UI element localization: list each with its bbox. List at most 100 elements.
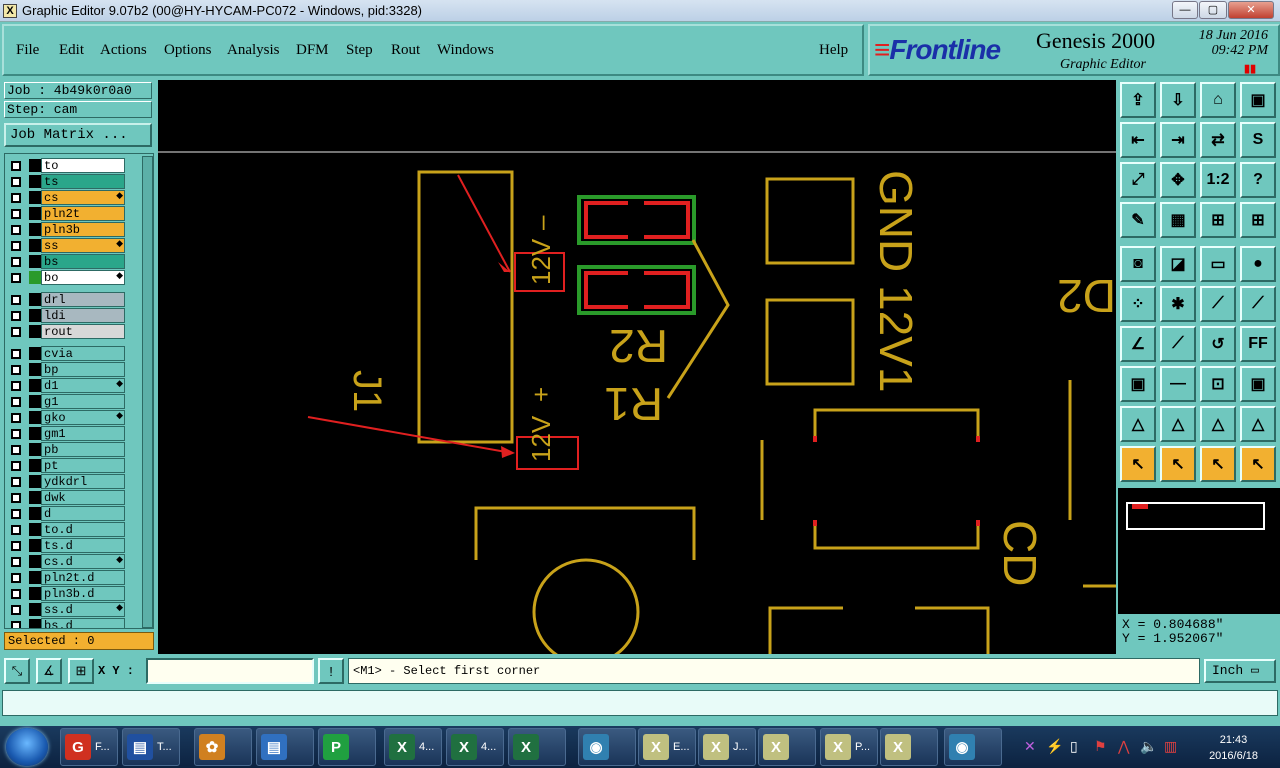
layer-checkbox[interactable] bbox=[11, 349, 21, 359]
graphic-canvas[interactable]: 12V 12V – + J1 R2 R1 GND 12V1 D2 CD bbox=[158, 80, 1116, 654]
tri3-icon[interactable]: △ bbox=[1200, 406, 1236, 442]
layer-row[interactable]: dwk bbox=[7, 490, 125, 505]
layer-name[interactable]: pt bbox=[41, 458, 125, 473]
taskbar-item[interactable]: X P... bbox=[820, 728, 878, 766]
layer-row[interactable]: d bbox=[7, 506, 125, 521]
layer-name[interactable]: ydkdrl bbox=[41, 474, 125, 489]
layer-row[interactable]: bo ◆ bbox=[7, 270, 125, 285]
layer-checkbox[interactable] bbox=[11, 311, 21, 321]
layer-checkbox[interactable] bbox=[11, 621, 21, 628]
layer-row[interactable]: pln3b bbox=[7, 222, 125, 237]
zoom-ratio-icon[interactable]: 1:2 bbox=[1200, 162, 1236, 198]
layer-checkbox[interactable] bbox=[11, 177, 21, 187]
tri2-icon[interactable]: △ bbox=[1160, 406, 1196, 442]
arc-icon[interactable]: ↺ bbox=[1200, 326, 1236, 362]
layer-name[interactable]: pln3b bbox=[41, 222, 125, 237]
menu-analysis[interactable]: Analysis bbox=[227, 42, 280, 59]
tray-device-icon[interactable]: ▯ bbox=[1070, 738, 1078, 755]
menu-actions[interactable]: Actions bbox=[100, 42, 147, 59]
layer-checkbox[interactable] bbox=[11, 477, 21, 487]
layer-row[interactable]: g1 bbox=[7, 394, 125, 409]
layer-row[interactable]: ss ◆ bbox=[7, 238, 125, 253]
layer-checkbox[interactable] bbox=[11, 365, 21, 375]
pause-icon[interactable]: ▮▮ bbox=[1244, 62, 1256, 75]
layer-row[interactable]: ldi bbox=[7, 308, 125, 323]
layer-row[interactable]: cs.d ◆ bbox=[7, 554, 125, 569]
layer-name[interactable]: ldi bbox=[41, 308, 125, 323]
layer-checkbox[interactable] bbox=[11, 241, 21, 251]
zoom-icon[interactable]: ⤡ bbox=[4, 658, 30, 684]
shape-icon[interactable]: ◪ bbox=[1160, 246, 1196, 282]
layer-checkbox[interactable] bbox=[11, 209, 21, 219]
select-icon[interactable]: ↖ bbox=[1120, 446, 1156, 482]
ff-icon[interactable]: FF bbox=[1240, 326, 1276, 362]
layer-checkbox[interactable] bbox=[11, 327, 21, 337]
layer-row[interactable]: pt bbox=[7, 458, 125, 473]
menu-windows[interactable]: Windows bbox=[437, 42, 494, 59]
layer-name[interactable]: ts.d bbox=[41, 538, 125, 553]
select3-icon[interactable]: ↖ bbox=[1200, 446, 1236, 482]
grid-icon[interactable]: ▦ bbox=[1160, 202, 1196, 238]
pan-left-icon[interactable]: ⇤ bbox=[1120, 122, 1156, 158]
menu-help[interactable]: Help bbox=[819, 42, 848, 59]
zoom-center-icon[interactable]: ✥ bbox=[1160, 162, 1196, 198]
window-icon[interactable]: ▣ bbox=[1240, 82, 1276, 118]
layer-checkbox[interactable] bbox=[11, 557, 21, 567]
layer-row[interactable]: gm1 bbox=[7, 426, 125, 441]
layer-row[interactable]: pln2t.d bbox=[7, 570, 125, 585]
taskbar-item[interactable]: X 4... bbox=[384, 728, 442, 766]
layer-name[interactable]: rout bbox=[41, 324, 125, 339]
taskbar-item[interactable]: ◉ bbox=[944, 728, 1002, 766]
minimize-button[interactable]: — bbox=[1172, 1, 1198, 19]
xy-input[interactable] bbox=[146, 658, 314, 684]
overview-window[interactable] bbox=[1118, 488, 1280, 614]
layer-name[interactable]: bs bbox=[41, 254, 125, 269]
layer-name[interactable]: pln3b.d bbox=[41, 586, 125, 601]
layer-checkbox[interactable] bbox=[11, 257, 21, 267]
layer-checkbox[interactable] bbox=[11, 429, 21, 439]
layer-row[interactable]: d1 ◆ bbox=[7, 378, 125, 393]
net-alt-icon[interactable]: ⊞ bbox=[1240, 202, 1276, 238]
taskbar-item[interactable]: ▤ T... bbox=[122, 728, 180, 766]
layer-checkbox[interactable] bbox=[11, 295, 21, 305]
layer-row[interactable]: pln2t bbox=[7, 206, 125, 221]
layer-name[interactable]: gm1 bbox=[41, 426, 125, 441]
layer-name[interactable]: bs.d bbox=[41, 618, 125, 628]
volume-icon[interactable]: 🔈 bbox=[1140, 738, 1157, 755]
menu-step[interactable]: Step bbox=[346, 42, 373, 59]
cross-icon[interactable]: ✱ bbox=[1160, 286, 1196, 322]
menu-options[interactable]: Options bbox=[164, 42, 212, 59]
help-icon[interactable]: ? bbox=[1240, 162, 1276, 198]
window-titlebar[interactable]: X Graphic Editor 9.07b2 (00@HY-HYCAM-PC0… bbox=[0, 0, 1280, 22]
line-node2-icon[interactable]: ⟋ bbox=[1240, 286, 1276, 322]
layer-row[interactable]: ydkdrl bbox=[7, 474, 125, 489]
layer-name[interactable]: ss.d bbox=[41, 602, 125, 617]
layer-checkbox[interactable] bbox=[11, 509, 21, 519]
tri-icon[interactable]: △ bbox=[1120, 406, 1156, 442]
multi-icon[interactable]: ▣ bbox=[1240, 366, 1276, 402]
layer-checkbox[interactable] bbox=[11, 381, 21, 391]
pad-icon[interactable]: ◙ bbox=[1120, 246, 1156, 282]
maximize-button[interactable]: ▢ bbox=[1199, 1, 1227, 19]
export-icon[interactable]: ⇪ bbox=[1120, 82, 1156, 118]
layer-checkbox[interactable] bbox=[11, 397, 21, 407]
layer-checkbox[interactable] bbox=[11, 413, 21, 423]
taskbar-item[interactable]: P bbox=[318, 728, 376, 766]
layer-checkbox[interactable] bbox=[11, 225, 21, 235]
layer-checkbox[interactable] bbox=[11, 273, 21, 283]
layer-row[interactable]: to.d bbox=[7, 522, 125, 537]
measure-icon[interactable]: ✎ bbox=[1120, 202, 1156, 238]
taskbar-item[interactable]: ◉ bbox=[578, 728, 636, 766]
select2-icon[interactable]: ↖ bbox=[1160, 446, 1196, 482]
tray-chart-icon[interactable]: ⋀ bbox=[1118, 738, 1129, 755]
layer-name[interactable]: cvia bbox=[41, 346, 125, 361]
menu-rout[interactable]: Rout bbox=[391, 42, 420, 59]
pan-right-icon[interactable]: ⇥ bbox=[1160, 122, 1196, 158]
menu-edit[interactable]: Edit bbox=[59, 42, 84, 59]
layer-checkbox[interactable] bbox=[11, 193, 21, 203]
menu-dfm[interactable]: DFM bbox=[296, 42, 329, 59]
layer-row[interactable]: bp bbox=[7, 362, 125, 377]
unit-selector[interactable]: Inch ▭ bbox=[1204, 659, 1276, 683]
measure-angle-icon[interactable]: ∡ bbox=[36, 658, 62, 684]
zoom-fit-icon[interactable]: ⤢ bbox=[1120, 162, 1156, 198]
